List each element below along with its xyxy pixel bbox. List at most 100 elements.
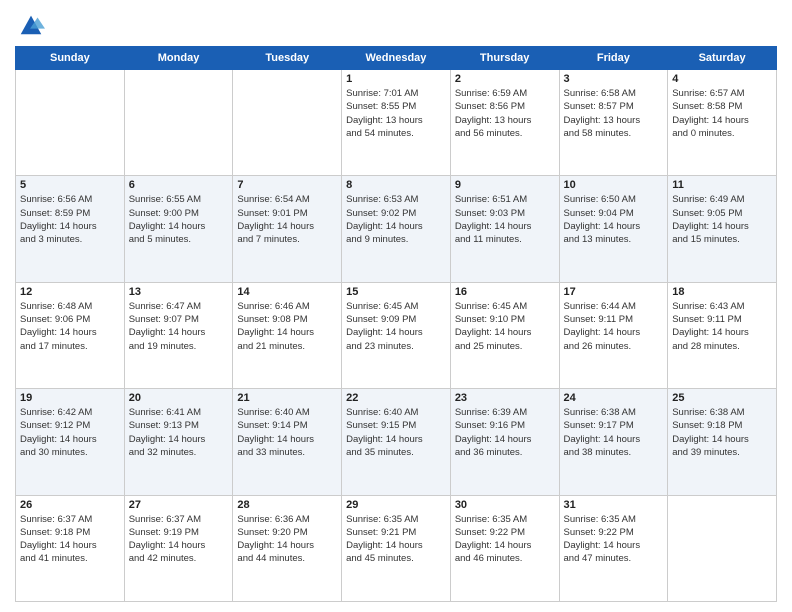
day-cell: [16, 70, 125, 176]
day-number: 14: [237, 286, 337, 298]
weekday-header-row: SundayMondayTuesdayWednesdayThursdayFrid…: [16, 47, 777, 70]
day-cell: 7 Sunrise: 6:54 AM Sunset: 9:01 PM Daylig…: [233, 176, 342, 282]
day-info: Sunrise: 6:36 AM Sunset: 9:20 PM Dayligh…: [237, 513, 337, 566]
day-info: Sunrise: 6:38 AM Sunset: 9:17 PM Dayligh…: [564, 406, 664, 459]
weekday-friday: Friday: [559, 47, 668, 70]
day-cell: 6Sunrise: 6:55 AM Sunset: 9:00 PM Daylig…: [124, 176, 233, 282]
day-number: 3: [564, 73, 664, 85]
day-number: 8: [346, 179, 446, 191]
day-info: Sunrise: 6:37 AM Sunset: 9:18 PM Dayligh…: [20, 513, 120, 566]
day-cell: 16Sunrise: 6:45 AM Sunset: 9:10 PM Dayli…: [450, 282, 559, 388]
day-info: Sunrise: 6:50 AM Sunset: 9:04 PM Dayligh…: [564, 193, 664, 246]
day-number: 21: [237, 392, 337, 404]
day-number: 31: [564, 499, 664, 511]
day-number: 2: [455, 73, 555, 85]
day-info: Sunrise: 6:58 AM Sunset: 8:57 PM Dayligh…: [564, 87, 664, 140]
day-cell: 2 Sunrise: 6:59 AM Sunset: 8:56 PM Daylig…: [450, 70, 559, 176]
weekday-monday: Monday: [124, 47, 233, 70]
day-cell: 3 Sunrise: 6:58 AM Sunset: 8:57 PM Daylig…: [559, 70, 668, 176]
day-number: 6: [129, 179, 229, 191]
week-row-1: 1 Sunrise: 7:01 AM Sunset: 8:55 PM Daylig…: [16, 70, 777, 176]
day-number: 26: [20, 499, 120, 511]
day-info: Sunrise: 6:35 AM Sunset: 9:22 PM Dayligh…: [455, 513, 555, 566]
day-cell: 30 Sunrise: 6:35 AM Sunset: 9:22 PM Dayli…: [450, 495, 559, 601]
day-cell: 21 Sunrise: 6:40 AM Sunset: 9:14 PM Dayli…: [233, 389, 342, 495]
day-number: 1: [346, 73, 446, 85]
day-info: Sunrise: 6:49 AM Sunset: 9:05 PM Dayligh…: [672, 193, 772, 246]
day-info: Sunrise: 6:41 AM Sunset: 9:13 PM Dayligh…: [129, 406, 229, 459]
day-number: 22: [346, 392, 446, 404]
logo-icon: [17, 10, 45, 38]
page: SundayMondayTuesdayWednesdayThursdayFrid…: [0, 0, 792, 612]
week-row-3: 12 Sunrise: 6:48 AM Sunset: 9:06 PM Dayli…: [16, 282, 777, 388]
day-number: 16: [455, 286, 555, 298]
day-info: Sunrise: 6:42 AM Sunset: 9:12 PM Dayligh…: [20, 406, 120, 459]
day-number: 19: [20, 392, 120, 404]
day-cell: 12 Sunrise: 6:48 AM Sunset: 9:06 PM Dayli…: [16, 282, 125, 388]
day-number: 28: [237, 499, 337, 511]
weekday-tuesday: Tuesday: [233, 47, 342, 70]
day-cell: 27 Sunrise: 6:37 AM Sunset: 9:19 PM Dayli…: [124, 495, 233, 601]
day-cell: 10 Sunrise: 6:50 AM Sunset: 9:04 PM Dayli…: [559, 176, 668, 282]
day-cell: 11 Sunrise: 6:49 AM Sunset: 9:05 PM Dayli…: [668, 176, 777, 282]
day-cell: [668, 495, 777, 601]
day-number: 25: [672, 392, 772, 404]
day-cell: 13Sunrise: 6:47 AM Sunset: 9:07 PM Dayli…: [124, 282, 233, 388]
day-cell: [124, 70, 233, 176]
day-number: 27: [129, 499, 229, 511]
header: [15, 10, 777, 38]
day-info: Sunrise: 6:46 AM Sunset: 9:08 PM Dayligh…: [237, 300, 337, 353]
day-cell: 20 Sunrise: 6:41 AM Sunset: 9:13 PM Dayli…: [124, 389, 233, 495]
day-number: 13: [129, 286, 229, 298]
day-cell: 23Sunrise: 6:39 AM Sunset: 9:16 PM Dayli…: [450, 389, 559, 495]
weekday-wednesday: Wednesday: [342, 47, 451, 70]
day-cell: 24 Sunrise: 6:38 AM Sunset: 9:17 PM Dayli…: [559, 389, 668, 495]
day-number: 5: [20, 179, 120, 191]
day-info: Sunrise: 6:45 AM Sunset: 9:09 PM Dayligh…: [346, 300, 446, 353]
week-row-4: 19 Sunrise: 6:42 AM Sunset: 9:12 PM Dayli…: [16, 389, 777, 495]
week-row-2: 5 Sunrise: 6:56 AM Sunset: 8:59 PM Daylig…: [16, 176, 777, 282]
day-cell: 18Sunrise: 6:43 AM Sunset: 9:11 PM Dayli…: [668, 282, 777, 388]
day-info: Sunrise: 6:44 AM Sunset: 9:11 PM Dayligh…: [564, 300, 664, 353]
day-info: Sunrise: 6:51 AM Sunset: 9:03 PM Dayligh…: [455, 193, 555, 246]
day-number: 9: [455, 179, 555, 191]
weekday-saturday: Saturday: [668, 47, 777, 70]
day-number: 4: [672, 73, 772, 85]
day-number: 30: [455, 499, 555, 511]
day-info: Sunrise: 6:54 AM Sunset: 9:01 PM Dayligh…: [237, 193, 337, 246]
logo: [15, 10, 45, 38]
day-info: Sunrise: 6:59 AM Sunset: 8:56 PM Dayligh…: [455, 87, 555, 140]
day-cell: 15 Sunrise: 6:45 AM Sunset: 9:09 PM Dayli…: [342, 282, 451, 388]
day-info: Sunrise: 6:35 AM Sunset: 9:22 PM Dayligh…: [564, 513, 664, 566]
day-number: 12: [20, 286, 120, 298]
calendar-header: SundayMondayTuesdayWednesdayThursdayFrid…: [16, 47, 777, 70]
day-number: 20: [129, 392, 229, 404]
day-cell: 26 Sunrise: 6:37 AM Sunset: 9:18 PM Dayli…: [16, 495, 125, 601]
day-number: 29: [346, 499, 446, 511]
day-cell: 8 Sunrise: 6:53 AM Sunset: 9:02 PM Daylig…: [342, 176, 451, 282]
day-info: Sunrise: 6:37 AM Sunset: 9:19 PM Dayligh…: [129, 513, 229, 566]
day-info: Sunrise: 6:56 AM Sunset: 8:59 PM Dayligh…: [20, 193, 120, 246]
day-cell: 5 Sunrise: 6:56 AM Sunset: 8:59 PM Daylig…: [16, 176, 125, 282]
day-cell: 22 Sunrise: 6:40 AM Sunset: 9:15 PM Dayli…: [342, 389, 451, 495]
day-cell: 31 Sunrise: 6:35 AM Sunset: 9:22 PM Dayli…: [559, 495, 668, 601]
weekday-sunday: Sunday: [16, 47, 125, 70]
day-info: Sunrise: 6:43 AM Sunset: 9:11 PM Dayligh…: [672, 300, 772, 353]
day-info: Sunrise: 6:35 AM Sunset: 9:21 PM Dayligh…: [346, 513, 446, 566]
day-info: Sunrise: 6:48 AM Sunset: 9:06 PM Dayligh…: [20, 300, 120, 353]
week-row-5: 26 Sunrise: 6:37 AM Sunset: 9:18 PM Dayli…: [16, 495, 777, 601]
day-cell: 19 Sunrise: 6:42 AM Sunset: 9:12 PM Dayli…: [16, 389, 125, 495]
day-number: 15: [346, 286, 446, 298]
day-number: 24: [564, 392, 664, 404]
calendar: SundayMondayTuesdayWednesdayThursdayFrid…: [15, 46, 777, 602]
day-number: 10: [564, 179, 664, 191]
day-info: Sunrise: 6:40 AM Sunset: 9:14 PM Dayligh…: [237, 406, 337, 459]
day-info: Sunrise: 7:01 AM Sunset: 8:55 PM Dayligh…: [346, 87, 446, 140]
day-info: Sunrise: 6:53 AM Sunset: 9:02 PM Dayligh…: [346, 193, 446, 246]
day-number: 7: [237, 179, 337, 191]
day-number: 23: [455, 392, 555, 404]
day-cell: 9 Sunrise: 6:51 AM Sunset: 9:03 PM Daylig…: [450, 176, 559, 282]
day-info: Sunrise: 6:40 AM Sunset: 9:15 PM Dayligh…: [346, 406, 446, 459]
day-info: Sunrise: 6:57 AM Sunset: 8:58 PM Dayligh…: [672, 87, 772, 140]
day-number: 11: [672, 179, 772, 191]
